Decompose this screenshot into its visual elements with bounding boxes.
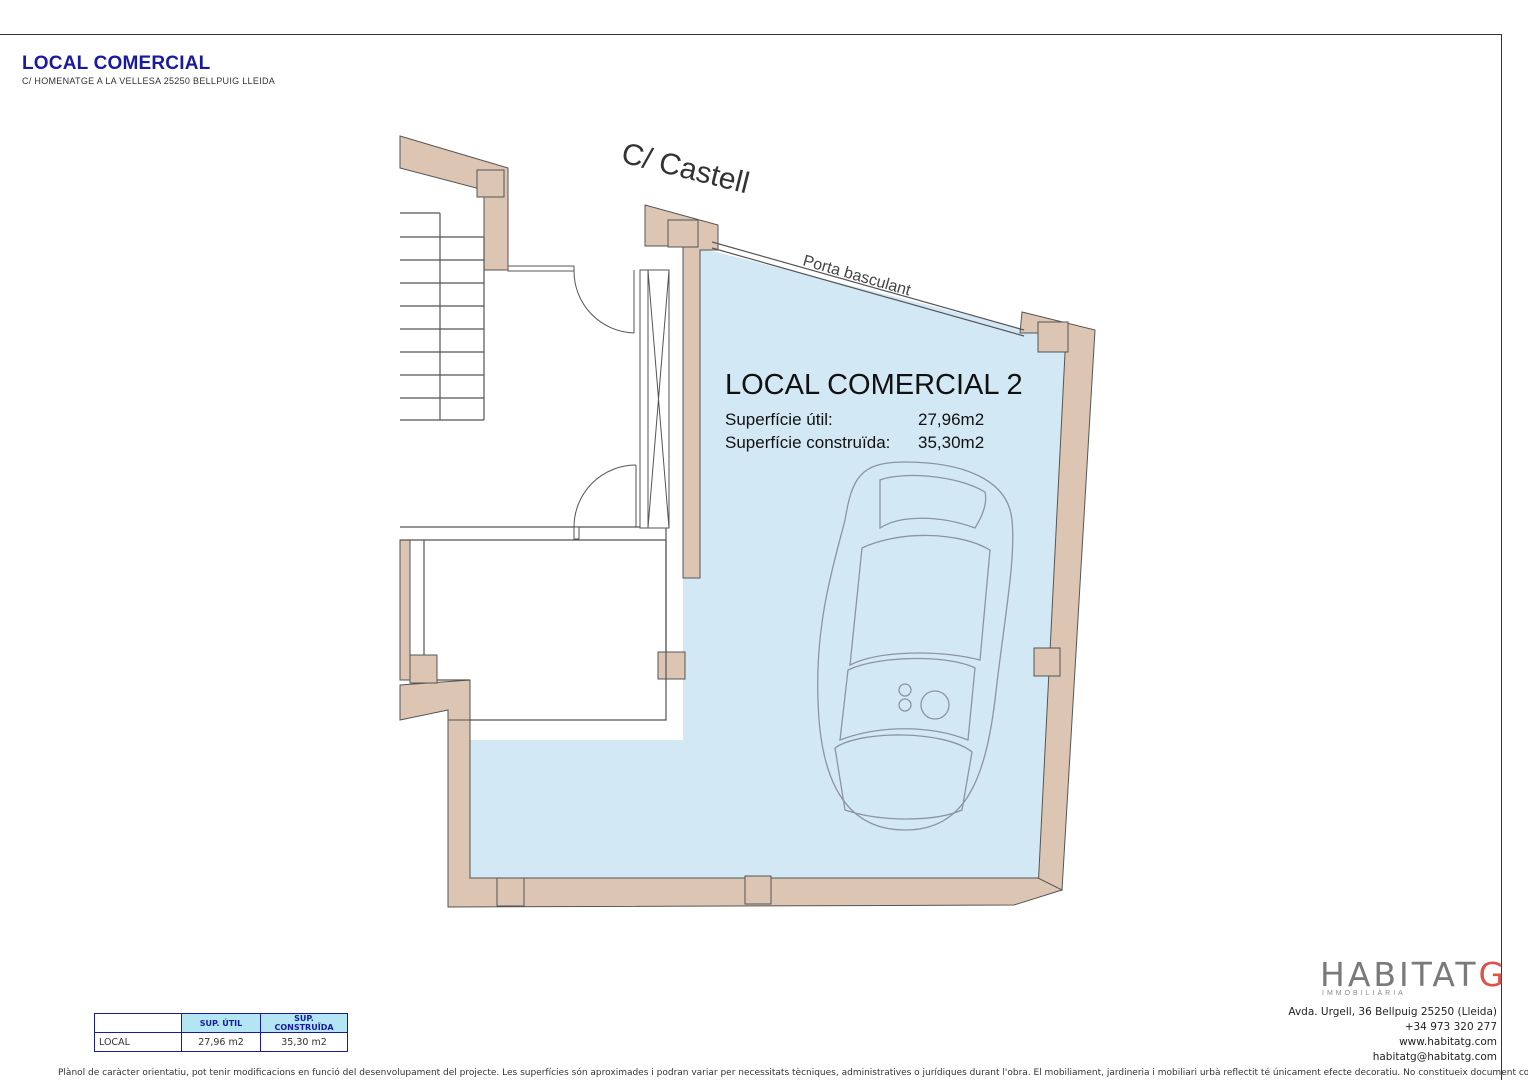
table-header-util: SUP. ÚTIL — [181, 1013, 261, 1033]
table-header-built: SUP. CONSTRUÏDA — [260, 1013, 348, 1033]
contact-email[interactable]: habitatg@habitatg.com — [1288, 1050, 1497, 1065]
util-value: 27,96m2 — [918, 410, 984, 429]
contact-block: Avda. Urgell, 36 Bellpuig 25250 (Lleida)… — [1288, 1005, 1497, 1065]
table-cell-util: 27,96 m2 — [181, 1032, 261, 1052]
logo-main-text: HABITAT — [1320, 955, 1479, 994]
built-value: 35,30m2 — [918, 433, 984, 452]
table-header-row: SUP. ÚTIL SUP. CONSTRUÏDA — [94, 1013, 348, 1033]
street-label: C/ Castell — [618, 137, 752, 200]
table-row: LOCAL 27,96 m2 35,30 m2 — [94, 1032, 348, 1052]
surface-summary-table: SUP. ÚTIL SUP. CONSTRUÏDA LOCAL 27,96 m2… — [94, 1013, 348, 1052]
table-cell-name: LOCAL — [94, 1032, 182, 1052]
disclaimer-text: Plànol de caràcter orientatiu, pot tenir… — [58, 1068, 1528, 1078]
logo-text: HABITATG — [1320, 955, 1504, 994]
habitatg-logo: HABITATG IMMOBILIÀRIA — [1320, 955, 1504, 997]
built-label: Superfície construïda: — [725, 433, 890, 452]
contact-phone: +34 973 320 277 — [1404, 1021, 1497, 1033]
util-label: Superfície útil: — [725, 410, 833, 429]
contact-address: Avda. Urgell, 36 Bellpuig 25250 (Lleida) — [1288, 1006, 1497, 1018]
contact-web[interactable]: www.habitatg.com — [1288, 1035, 1497, 1050]
logo-accent-text: G — [1478, 955, 1508, 994]
stairs — [400, 212, 485, 421]
local-floor — [470, 248, 1066, 892]
table-header-blank — [94, 1013, 182, 1033]
doors — [507, 265, 670, 540]
floor-plan: C/ Castell Porta basculant LOCAL COMERCI… — [399, 135, 1096, 908]
room-title: LOCAL COMERCIAL 2 — [725, 369, 1023, 401]
table-cell-built: 35,30 m2 — [260, 1032, 348, 1052]
